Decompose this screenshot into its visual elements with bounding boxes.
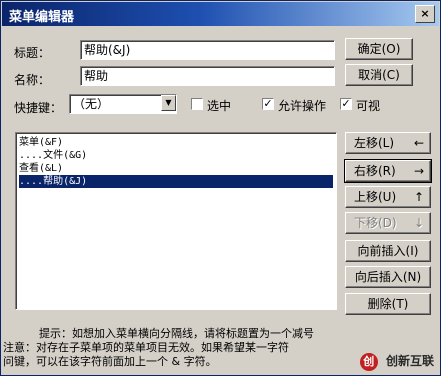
close-button[interactable]: × xyxy=(415,5,435,23)
shortcut-label: 快捷键： xyxy=(14,101,63,115)
watermark-logo-icon: 创 xyxy=(359,353,378,371)
list-item[interactable]: 查看(&L) xyxy=(19,162,333,175)
cancel-button[interactable]: 取消(C) xyxy=(345,64,413,86)
menu-items-list[interactable]: 菜单(&F) ....文件(&G) 查看(&L) ....帮助(&J) xyxy=(15,132,337,310)
caption-label: 标题： xyxy=(14,46,51,60)
list-item[interactable]: ....文件(&G) xyxy=(19,149,333,162)
watermark: 创 创新互联 xyxy=(359,352,434,371)
title-bar[interactable]: 菜单编辑器 × xyxy=(2,2,439,26)
delete-button[interactable]: 删除(T) xyxy=(345,293,431,315)
move-up-button[interactable]: 上移(U) ↑ xyxy=(345,186,431,208)
right-arrow-icon: → xyxy=(413,164,424,178)
chevron-down-icon[interactable]: ▼ xyxy=(161,95,176,111)
shortcut-value: （无） xyxy=(73,97,110,111)
visible-checkbox[interactable]: ✓ xyxy=(340,98,352,110)
enabled-label: 允许操作 xyxy=(278,99,327,113)
name-input[interactable]: 帮助 xyxy=(80,66,335,86)
insert-after-button[interactable]: 向后插入(N) xyxy=(345,266,431,288)
move-right-label: 右移(R) xyxy=(354,164,396,178)
caption-input[interactable]: 帮助(&J) xyxy=(80,40,335,60)
window-title: 菜单编辑器 xyxy=(9,10,75,25)
hint-line-1: 提示：如想加入菜单横向分隔线，请将标题置为一个减号 xyxy=(39,327,314,340)
move-left-label: 左移(L) xyxy=(354,136,395,150)
left-arrow-icon: ← xyxy=(413,136,424,150)
watermark-text: 创新互联 xyxy=(385,354,434,368)
move-right-button[interactable]: 右移(R) → xyxy=(344,159,432,183)
move-down-label: 下移(D) xyxy=(354,216,397,230)
menu-editor-dialog: 菜单编辑器 × 标题： 帮助(&J) 名称： 帮助 快捷键： （无） ▼ 选中 … xyxy=(0,0,441,376)
visible-label: 可视 xyxy=(356,99,381,113)
list-item-selected[interactable]: ....帮助(&J) xyxy=(19,175,333,188)
down-arrow-icon: ↓ xyxy=(413,216,424,230)
shortcut-combo[interactable]: （无） ▼ xyxy=(69,94,177,114)
move-down-button[interactable]: 下移(D) ↓ xyxy=(345,212,431,234)
enabled-checkbox[interactable]: ✓ xyxy=(262,98,274,110)
name-label: 名称： xyxy=(14,73,51,87)
move-up-label: 上移(U) xyxy=(354,190,397,204)
checked-checkbox[interactable] xyxy=(191,98,203,110)
insert-before-button[interactable]: 向前插入(I) xyxy=(345,240,431,262)
up-arrow-icon: ↑ xyxy=(413,190,424,204)
checked-label: 选中 xyxy=(207,99,232,113)
hint-line-3: 问键，可以在该字符前面加上一个 & 字符。 xyxy=(3,355,217,368)
list-item[interactable]: 菜单(&F) xyxy=(19,136,333,149)
hint-line-2: 注意：对存在子菜单项的菜单项目无效。如果希望某一字符 xyxy=(3,341,289,354)
ok-button[interactable]: 确定(O) xyxy=(345,38,413,60)
move-left-button[interactable]: 左移(L) ← xyxy=(345,132,431,154)
